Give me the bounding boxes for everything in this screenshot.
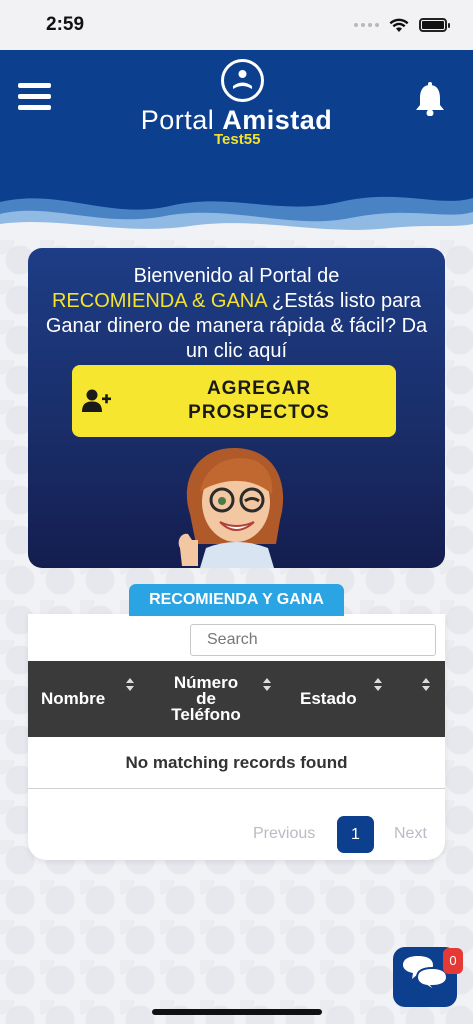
promo-text: Bienvenido al Portal de RECOMIENDA & GAN… bbox=[38, 264, 435, 364]
add-prospects-label: AGREGAR PROSPECTOS bbox=[188, 378, 330, 423]
column-header-telefono[interactable]: Número de Teléfono bbox=[160, 661, 252, 737]
brand-title-light: Portal bbox=[140, 105, 215, 135]
sort-icon[interactable] bbox=[125, 678, 135, 692]
battery-icon bbox=[419, 18, 450, 32]
column-label: Número de Teléfono bbox=[171, 673, 241, 724]
header-waves bbox=[0, 196, 473, 240]
status-bar: 2:59 bbox=[0, 0, 473, 50]
column-header-nombre[interactable]: Nombre bbox=[41, 661, 151, 737]
user-plus-icon bbox=[82, 389, 111, 412]
status-time: 2:59 bbox=[46, 14, 85, 35]
promo-text-intro: Bienvenido al Portal de bbox=[133, 265, 340, 287]
pagination: Previous 1 Next bbox=[28, 816, 445, 853]
wifi-icon bbox=[389, 18, 409, 32]
prospects-table-card: Nombre Número de Teléfono Estado No matc… bbox=[28, 614, 445, 860]
column-label: Estado bbox=[300, 689, 357, 708]
app-header: Portal Amistad Test55 bbox=[0, 50, 473, 240]
sort-icon[interactable] bbox=[421, 678, 431, 692]
bell-icon[interactable] bbox=[415, 82, 445, 116]
search-input[interactable] bbox=[190, 624, 436, 656]
signal-icon bbox=[354, 23, 379, 27]
table-header: Nombre Número de Teléfono Estado bbox=[28, 661, 445, 737]
column-header-actions[interactable] bbox=[394, 661, 434, 737]
brand-subtitle: Test55 bbox=[214, 131, 261, 148]
promo-text-highlight: RECOMIENDA & GANA bbox=[51, 290, 267, 312]
column-header-estado[interactable]: Estado bbox=[300, 661, 370, 737]
pagination-next[interactable]: Next bbox=[394, 825, 427, 843]
pagination-previous[interactable]: Previous bbox=[253, 825, 315, 843]
sort-icon[interactable] bbox=[373, 678, 383, 692]
logo-icon bbox=[221, 59, 264, 102]
pagination-page[interactable]: 1 bbox=[337, 816, 374, 853]
section-tab-recomienda: RECOMIENDA Y GANA bbox=[129, 584, 344, 616]
home-indicator bbox=[152, 1009, 322, 1015]
avatar-illustration bbox=[178, 448, 284, 568]
status-icons bbox=[354, 18, 450, 33]
sort-icon[interactable] bbox=[262, 678, 272, 692]
column-label: Nombre bbox=[41, 689, 106, 708]
promo-card: Bienvenido al Portal de RECOMIENDA & GAN… bbox=[28, 248, 445, 568]
empty-table-message: No matching records found bbox=[28, 737, 445, 789]
chat-badge: 0 bbox=[443, 948, 463, 974]
add-prospects-button[interactable]: AGREGAR PROSPECTOS bbox=[72, 365, 396, 437]
